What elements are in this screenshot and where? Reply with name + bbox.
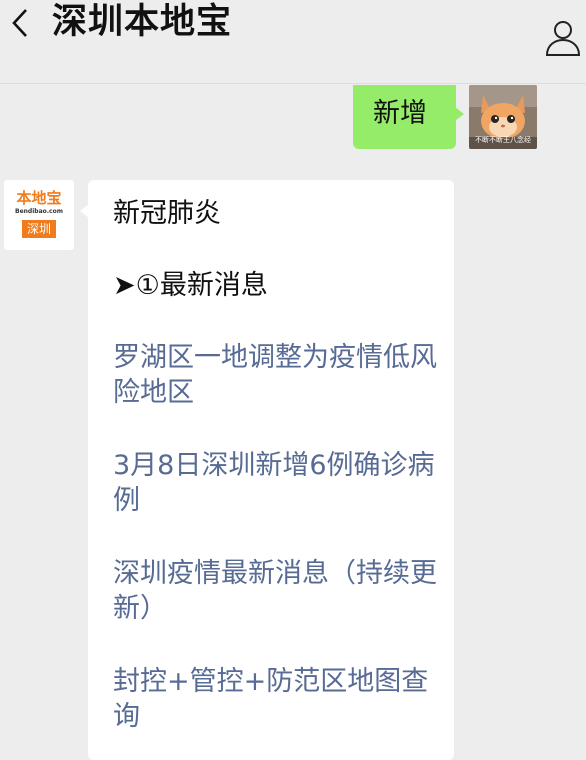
chat-title: 深圳本地宝: [52, 2, 233, 42]
brand-logo-text: 本地宝: [16, 189, 62, 207]
news-link[interactable]: 3月8日深圳新增6例确诊病例: [113, 448, 443, 518]
official-account-avatar[interactable]: 本地宝 Bendibao.com 深圳: [4, 180, 74, 250]
news-link[interactable]: 封控+管控+防范区地图查询: [113, 664, 443, 734]
bot-message-bubble: 新冠肺炎 ➤①最新消息 罗湖区一地调整为疫情低风险地区 3月8日深圳新增6例确诊…: [80, 180, 454, 760]
news-link[interactable]: 罗湖区一地调整为疫情低风险地区: [113, 340, 443, 410]
user-avatar[interactable]: 不断不断王八念经: [469, 85, 537, 149]
back-button[interactable]: [6, 6, 36, 40]
message-subheading: ➤①最新消息: [113, 270, 268, 301]
user-message-bubble[interactable]: 新增: [353, 85, 464, 149]
brand-city-badge: 深圳: [22, 220, 56, 238]
chat-info-button[interactable]: [544, 18, 582, 58]
user-message-text: 新增: [373, 98, 427, 129]
person-outline-icon: [545, 21, 581, 56]
avatar-caption: 不断不断王八念经: [475, 136, 531, 144]
chevron-left-icon: [12, 9, 27, 37]
news-link[interactable]: 深圳疫情最新消息（持续更新）: [113, 556, 443, 626]
message-heading: 新冠肺炎: [113, 198, 221, 229]
top-navigation-bar: 深圳本地宝: [0, 0, 586, 84]
brand-logo-url: Bendibao.com: [15, 208, 63, 215]
